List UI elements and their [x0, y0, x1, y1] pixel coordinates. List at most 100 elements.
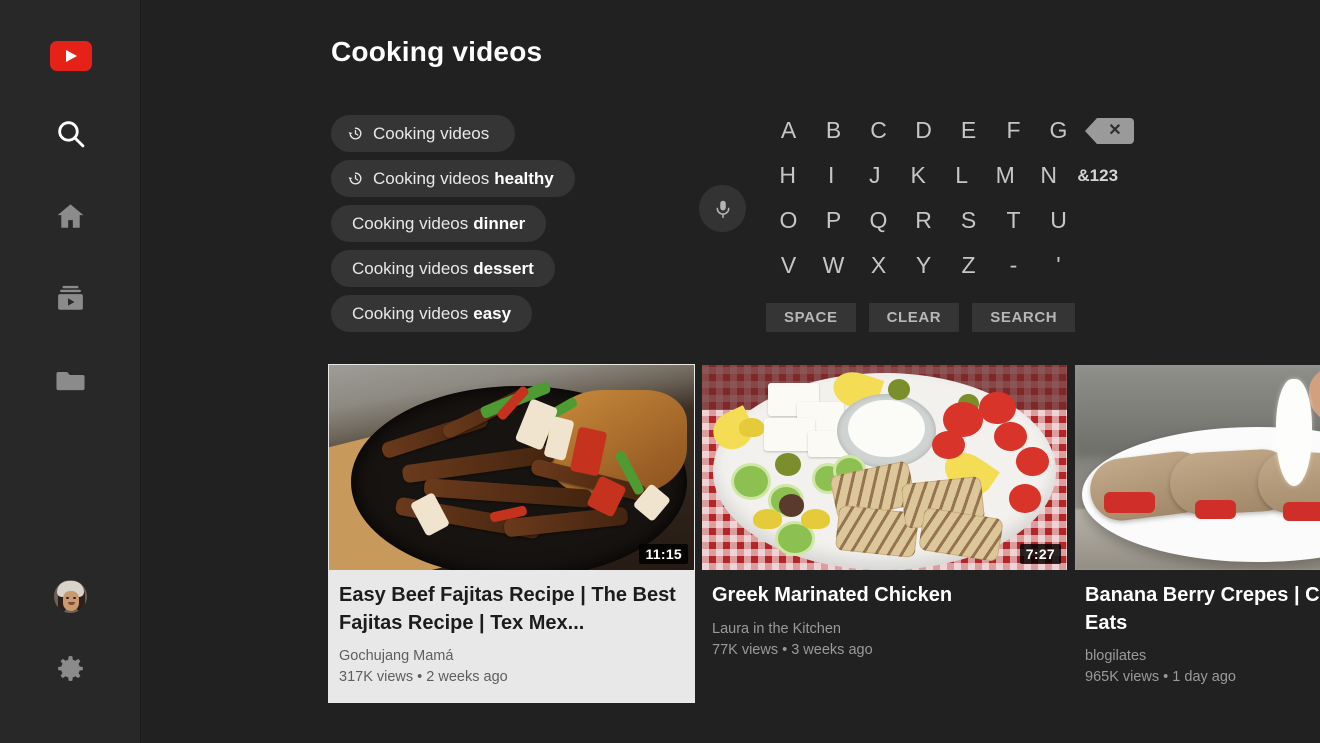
- suggestion-chip-0[interactable]: Cooking videos: [331, 115, 516, 152]
- key-W[interactable]: W: [811, 243, 856, 288]
- video-meta: Easy Beef Fajitas Recipe | The Best Faji…: [329, 570, 694, 702]
- suggestion-text: Cooking videos: [352, 213, 469, 233]
- backspace-key[interactable]: ✕: [1081, 117, 1141, 144]
- sidebar-item-home[interactable]: [35, 180, 107, 252]
- keyboard-row-2: O P Q R S T U: [766, 198, 1146, 243]
- play-triangle-icon: [66, 50, 77, 62]
- key-hyphen[interactable]: -: [991, 243, 1036, 288]
- suggestion-bold: easy: [473, 303, 512, 323]
- key-C[interactable]: C: [856, 108, 901, 153]
- sidebar-item-settings[interactable]: [35, 632, 107, 704]
- key-R[interactable]: R: [901, 198, 946, 243]
- suggestion-chip-1[interactable]: Cooking videos healthy: [331, 160, 575, 197]
- key-B[interactable]: B: [811, 108, 856, 153]
- video-thumbnail: 7:27: [702, 365, 1067, 571]
- sidebar: [0, 0, 141, 743]
- key-X[interactable]: X: [856, 243, 901, 288]
- suggestion-text: Cooking videos: [373, 123, 490, 143]
- key-T[interactable]: T: [991, 198, 1036, 243]
- video-channel: Gochujang Mamá: [339, 648, 454, 665]
- voice-search-button[interactable]: [699, 185, 746, 232]
- video-stats: 965K views • 1 day ago: [1085, 669, 1236, 686]
- search-icon: [57, 121, 84, 148]
- video-meta: Banana Berry Crepes | Cheap Clean Eats b…: [1075, 570, 1320, 702]
- video-duration: 11:15: [639, 544, 688, 565]
- suggestion-chip-2[interactable]: Cooking videos dinner: [331, 205, 547, 242]
- history-icon: [347, 125, 364, 142]
- list-item: Cooking videos easy: [331, 295, 731, 340]
- keyboard-row-1: H I J K L M N &123: [766, 153, 1146, 198]
- key-K[interactable]: K: [896, 153, 939, 198]
- space-button[interactable]: SPACE: [766, 303, 856, 332]
- close-icon: ✕: [1108, 121, 1122, 139]
- key-G[interactable]: G: [1036, 108, 1081, 153]
- youtube-logo-icon[interactable]: [49, 41, 92, 71]
- search-button[interactable]: SEARCH: [972, 303, 1076, 332]
- backspace-icon: ✕: [1084, 117, 1134, 144]
- clear-button[interactable]: CLEAR: [868, 303, 960, 332]
- key-I[interactable]: I: [809, 153, 852, 198]
- video-duration: 7:27: [1019, 544, 1061, 565]
- video-thumbnail: 10:13: [1075, 365, 1320, 571]
- key-U[interactable]: U: [1036, 198, 1081, 243]
- list-item: Cooking videos: [331, 115, 731, 160]
- history-icon: [347, 170, 364, 187]
- suggestion-text: Cooking videos: [352, 303, 469, 323]
- video-card-0[interactable]: 11:15 Easy Beef Fajitas Recipe | The Bes…: [329, 365, 694, 703]
- suggestion-text: Cooking videos: [352, 258, 469, 278]
- list-item: Cooking videos dinner: [331, 205, 731, 250]
- key-P[interactable]: P: [811, 198, 856, 243]
- main-content: Cooking videos Cooking videos Cooking vi…: [141, 0, 1320, 743]
- sidebar-item-search[interactable]: [35, 98, 107, 170]
- key-Q[interactable]: Q: [856, 198, 901, 243]
- key-E[interactable]: E: [946, 108, 991, 153]
- avatar: [54, 579, 87, 613]
- key-D[interactable]: D: [901, 108, 946, 153]
- suggestion-chip-3[interactable]: Cooking videos dessert: [331, 250, 555, 287]
- key-V[interactable]: V: [766, 243, 811, 288]
- video-stats: 317K views • 2 weeks ago: [339, 669, 508, 686]
- key-Z[interactable]: Z: [946, 243, 991, 288]
- suggestion-bold: dessert: [473, 258, 534, 278]
- key-F[interactable]: F: [991, 108, 1036, 153]
- video-meta: Greek Marinated Chicken Laura in the Kit…: [702, 570, 1067, 675]
- key-H[interactable]: H: [766, 153, 809, 198]
- video-channel: Laura in the Kitchen: [712, 620, 841, 637]
- key-O[interactable]: O: [766, 198, 811, 243]
- video-card-1[interactable]: 7:27 Greek Marinated Chicken Laura in th…: [702, 365, 1067, 702]
- sidebar-item-subscriptions[interactable]: [35, 262, 107, 334]
- folder-icon: [56, 371, 85, 390]
- list-item: Cooking videos dessert: [331, 250, 731, 295]
- key-J[interactable]: J: [853, 153, 896, 198]
- thumbnail-greek-chicken-platter: 7:27: [702, 365, 1067, 571]
- list-item: Cooking videos healthy: [331, 160, 731, 205]
- key-M[interactable]: M: [983, 153, 1026, 198]
- keyboard-action-buttons: SPACE CLEAR SEARCH: [766, 303, 1076, 332]
- avatar-smile: [68, 601, 75, 605]
- key-N[interactable]: N: [1027, 153, 1070, 198]
- subscriptions-icon: [58, 285, 83, 310]
- video-card-2[interactable]: 10:13 Banana Berry Crepes | Cheap Clean …: [1075, 365, 1320, 702]
- suggestion-chip-4[interactable]: Cooking videos easy: [331, 295, 533, 332]
- key-A[interactable]: A: [766, 108, 811, 153]
- sidebar-item-account[interactable]: [35, 560, 107, 632]
- video-title: Greek Marinated Chicken: [712, 584, 953, 607]
- page-title: Cooking videos: [331, 36, 543, 67]
- microphone-icon: [716, 200, 729, 218]
- key-L[interactable]: L: [940, 153, 983, 198]
- suggestion-text: Cooking videos: [373, 168, 490, 188]
- thumbnail-banana-berry-crepes: 10:13: [1075, 365, 1320, 571]
- keyboard-keys: A B C D E F G ✕ H I J K L M N &123 O P Q…: [766, 108, 1146, 288]
- key-apostrophe[interactable]: ': [1036, 243, 1081, 288]
- sidebar-item-library[interactable]: [35, 344, 107, 416]
- avatar-eye-right: [73, 596, 76, 599]
- symbols-key[interactable]: &123: [1070, 153, 1146, 198]
- thumbnail-beef-fajitas-skillet: 11:15: [329, 365, 694, 571]
- avatar-face: [63, 590, 79, 611]
- key-S[interactable]: S: [946, 198, 991, 243]
- video-title: Easy Beef Fajitas Recipe | The Best Faji…: [339, 584, 676, 634]
- suggestion-bold: dinner: [473, 213, 526, 233]
- video-results-shelf: 11:15 Easy Beef Fajitas Recipe | The Bes…: [329, 365, 1320, 703]
- video-channel: blogilates: [1085, 648, 1147, 665]
- key-Y[interactable]: Y: [901, 243, 946, 288]
